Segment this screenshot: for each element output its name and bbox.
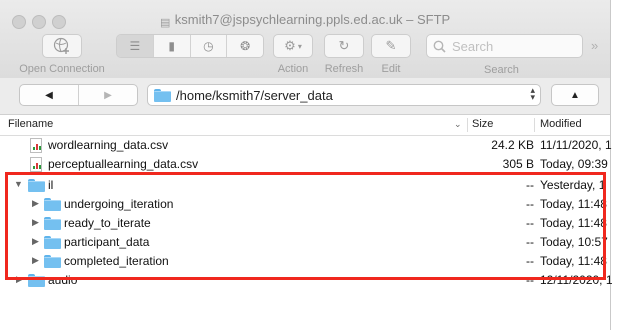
file-row[interactable]: wordlearning_data.csv 24.2 KB 11/11/2020…	[0, 136, 612, 155]
search-input[interactable]	[452, 38, 572, 54]
search-icon	[433, 40, 446, 53]
search-label: Search	[484, 64, 519, 76]
window-title: ▤ ksmith7@jspsychlearning.ppls.ed.ac.uk –…	[160, 12, 451, 29]
back-arrow-icon[interactable]: ◀	[20, 85, 79, 105]
pencil-icon: ✎	[371, 34, 411, 58]
column-header: Filename ⌄ Size Modified	[0, 115, 610, 136]
column-divider	[467, 118, 468, 132]
gear-icon: ⚙ ▾	[273, 34, 313, 58]
file-modified: Today, 09:39	[540, 157, 608, 171]
column-filename[interactable]: Filename	[8, 118, 53, 130]
file-modified: 11/11/2020, 1	[540, 138, 612, 152]
file-size: 24.2 KB	[491, 138, 534, 152]
current-path: /home/ksmith7/server_data	[176, 87, 333, 103]
view-mode-segmented: ☰ ▮ ◷ ❂	[116, 34, 264, 58]
file-size: 305 B	[502, 157, 534, 171]
column-divider	[534, 118, 535, 132]
folder-icon	[154, 88, 171, 102]
forward-arrow-icon[interactable]: ▶	[79, 85, 137, 105]
sftp-window: ▤ ksmith7@jspsychlearning.ppls.ed.ac.uk –…	[0, 0, 613, 330]
bonjour-icon[interactable]: ❂	[226, 35, 263, 57]
action-button[interactable]: ⚙ ▾ Action	[270, 34, 316, 75]
edit-button[interactable]: ✎ Edit	[370, 34, 412, 75]
open-connection-icon	[42, 34, 82, 58]
toolbar-overflow-chevron-icon[interactable]: »	[591, 38, 598, 53]
search-box	[426, 34, 583, 58]
history-navigation: ◀ ▶	[19, 84, 138, 106]
open-connection-button[interactable]: Open Connection	[14, 34, 110, 75]
file-name: perceptuallearning_data.csv	[48, 157, 199, 171]
highlight-box	[5, 172, 606, 280]
refresh-icon: ↻	[324, 34, 364, 58]
sort-chevron-icon[interactable]: ⌄	[454, 119, 462, 130]
column-modified[interactable]: Modified	[540, 118, 582, 130]
history-icon[interactable]: ◷	[189, 35, 227, 57]
file-name: wordlearning_data.csv	[48, 138, 169, 152]
spreadsheet-file-icon	[30, 157, 42, 172]
spreadsheet-file-icon	[30, 138, 42, 153]
navigation-bar: ◀ ▶ /home/ksmith7/server_data ▴ ▾ ▲	[0, 78, 610, 115]
bookmarks-icon[interactable]: ▮	[152, 35, 190, 57]
path-selector[interactable]: /home/ksmith7/server_data ▴ ▾	[147, 84, 541, 106]
column-size[interactable]: Size	[472, 118, 493, 130]
outline-view-icon[interactable]: ☰	[117, 35, 153, 57]
chevron-updown-icon: ▴ ▾	[530, 85, 535, 102]
parent-directory-button[interactable]: ▲	[551, 84, 599, 106]
document-icon: ▤	[160, 17, 171, 29]
up-arrow-icon: ▲	[570, 89, 580, 101]
refresh-button[interactable]: ↻ Refresh	[321, 34, 367, 75]
title-bar: ▤ ksmith7@jspsychlearning.ppls.ed.ac.uk –…	[0, 0, 610, 79]
